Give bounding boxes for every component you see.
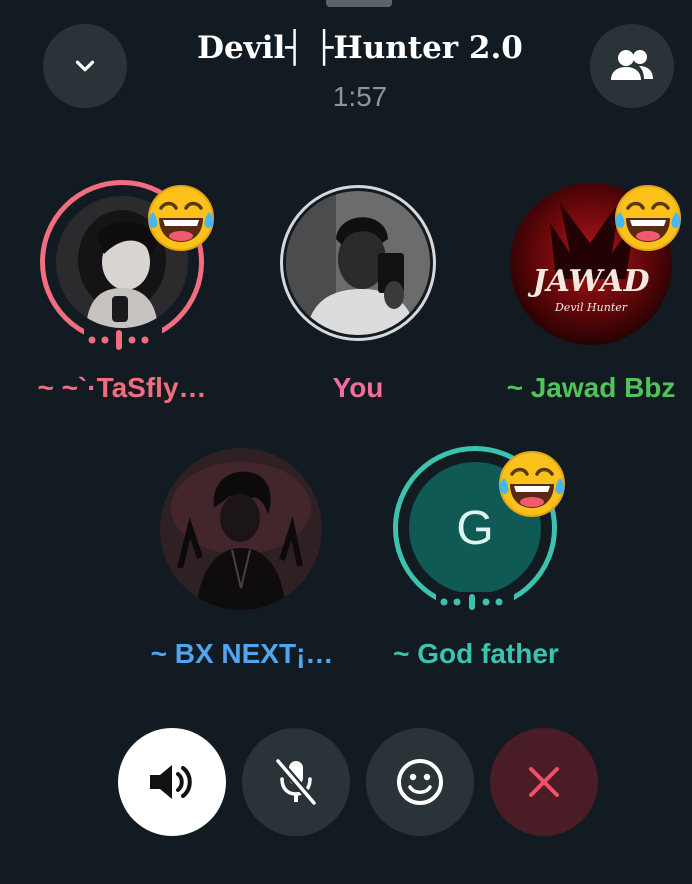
avatar: [286, 191, 430, 335]
participant-name: ~ Jawad Bbz: [506, 372, 676, 403]
participant-name: ~ BX NEXT¡…: [150, 638, 334, 669]
audio-wave-indicator: [84, 328, 162, 352]
mic-off-icon: [274, 757, 318, 807]
call-timer: 1:57: [332, 81, 388, 112]
chevron-down-icon: [75, 60, 95, 72]
close-icon: [529, 767, 559, 797]
participants-button[interactable]: [590, 24, 674, 108]
reaction-emoji: [496, 448, 568, 520]
mute-button[interactable]: [242, 728, 350, 836]
audio-wave-indicator: [436, 592, 514, 614]
reaction-button[interactable]: [366, 728, 474, 836]
avatar-initial: G: [456, 501, 494, 555]
people-icon: [611, 50, 653, 80]
drag-handle[interactable]: [326, 0, 392, 7]
svg-text:Devil Hunter: Devil Hunter: [554, 301, 628, 314]
reaction-emoji: [145, 182, 217, 254]
speaker-icon: [150, 765, 192, 799]
participant-name: ~ ~`·TaSfly…: [37, 372, 207, 403]
speaker-button[interactable]: [118, 728, 226, 836]
svg-text:JAWAD: JAWAD: [527, 264, 649, 299]
participant-name: You: [332, 372, 384, 403]
call-title: Devil┤ ├Hunter 2.0: [197, 30, 523, 66]
minimize-button[interactable]: [43, 24, 127, 108]
end-call-button[interactable]: [490, 728, 598, 836]
reaction-emoji: [612, 182, 684, 254]
participant-name: ~ God father: [393, 638, 559, 669]
avatar: [160, 448, 322, 610]
smiley-icon: [397, 759, 443, 805]
